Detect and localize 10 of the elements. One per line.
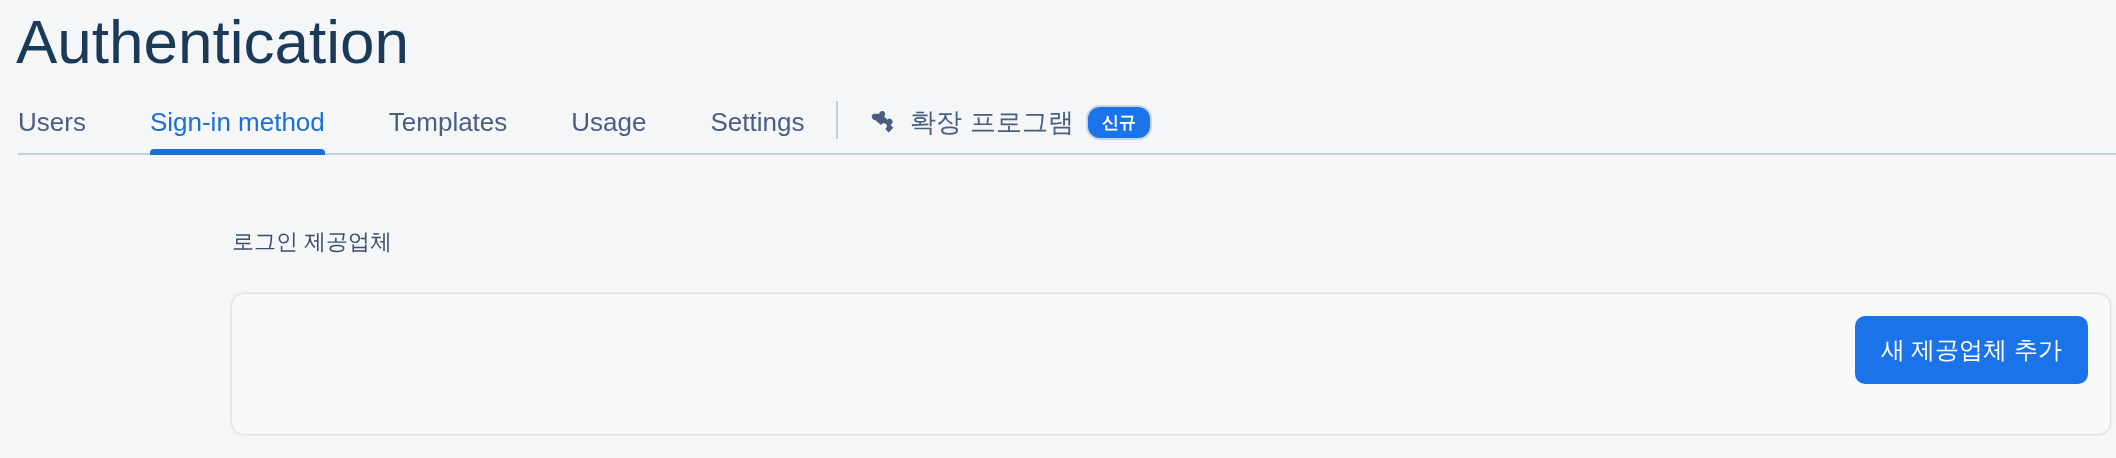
add-provider-button[interactable]: 새 제공업체 추가: [1854, 316, 2088, 385]
tab[interactable]: Settings: [710, 91, 805, 154]
tab[interactable]: Usage: [571, 91, 647, 154]
tab[interactable]: Sign-in method: [149, 91, 325, 154]
tab[interactable]: Templates: [388, 91, 508, 154]
section-title: 로그인 제공업체: [232, 228, 394, 257]
extensions-tab[interactable]: 확장 프로그램 신규: [870, 91, 1152, 154]
page-title: Authentication: [15, 6, 410, 78]
new-badge: 신규: [1085, 104, 1152, 141]
tab[interactable]: Users: [18, 91, 86, 154]
